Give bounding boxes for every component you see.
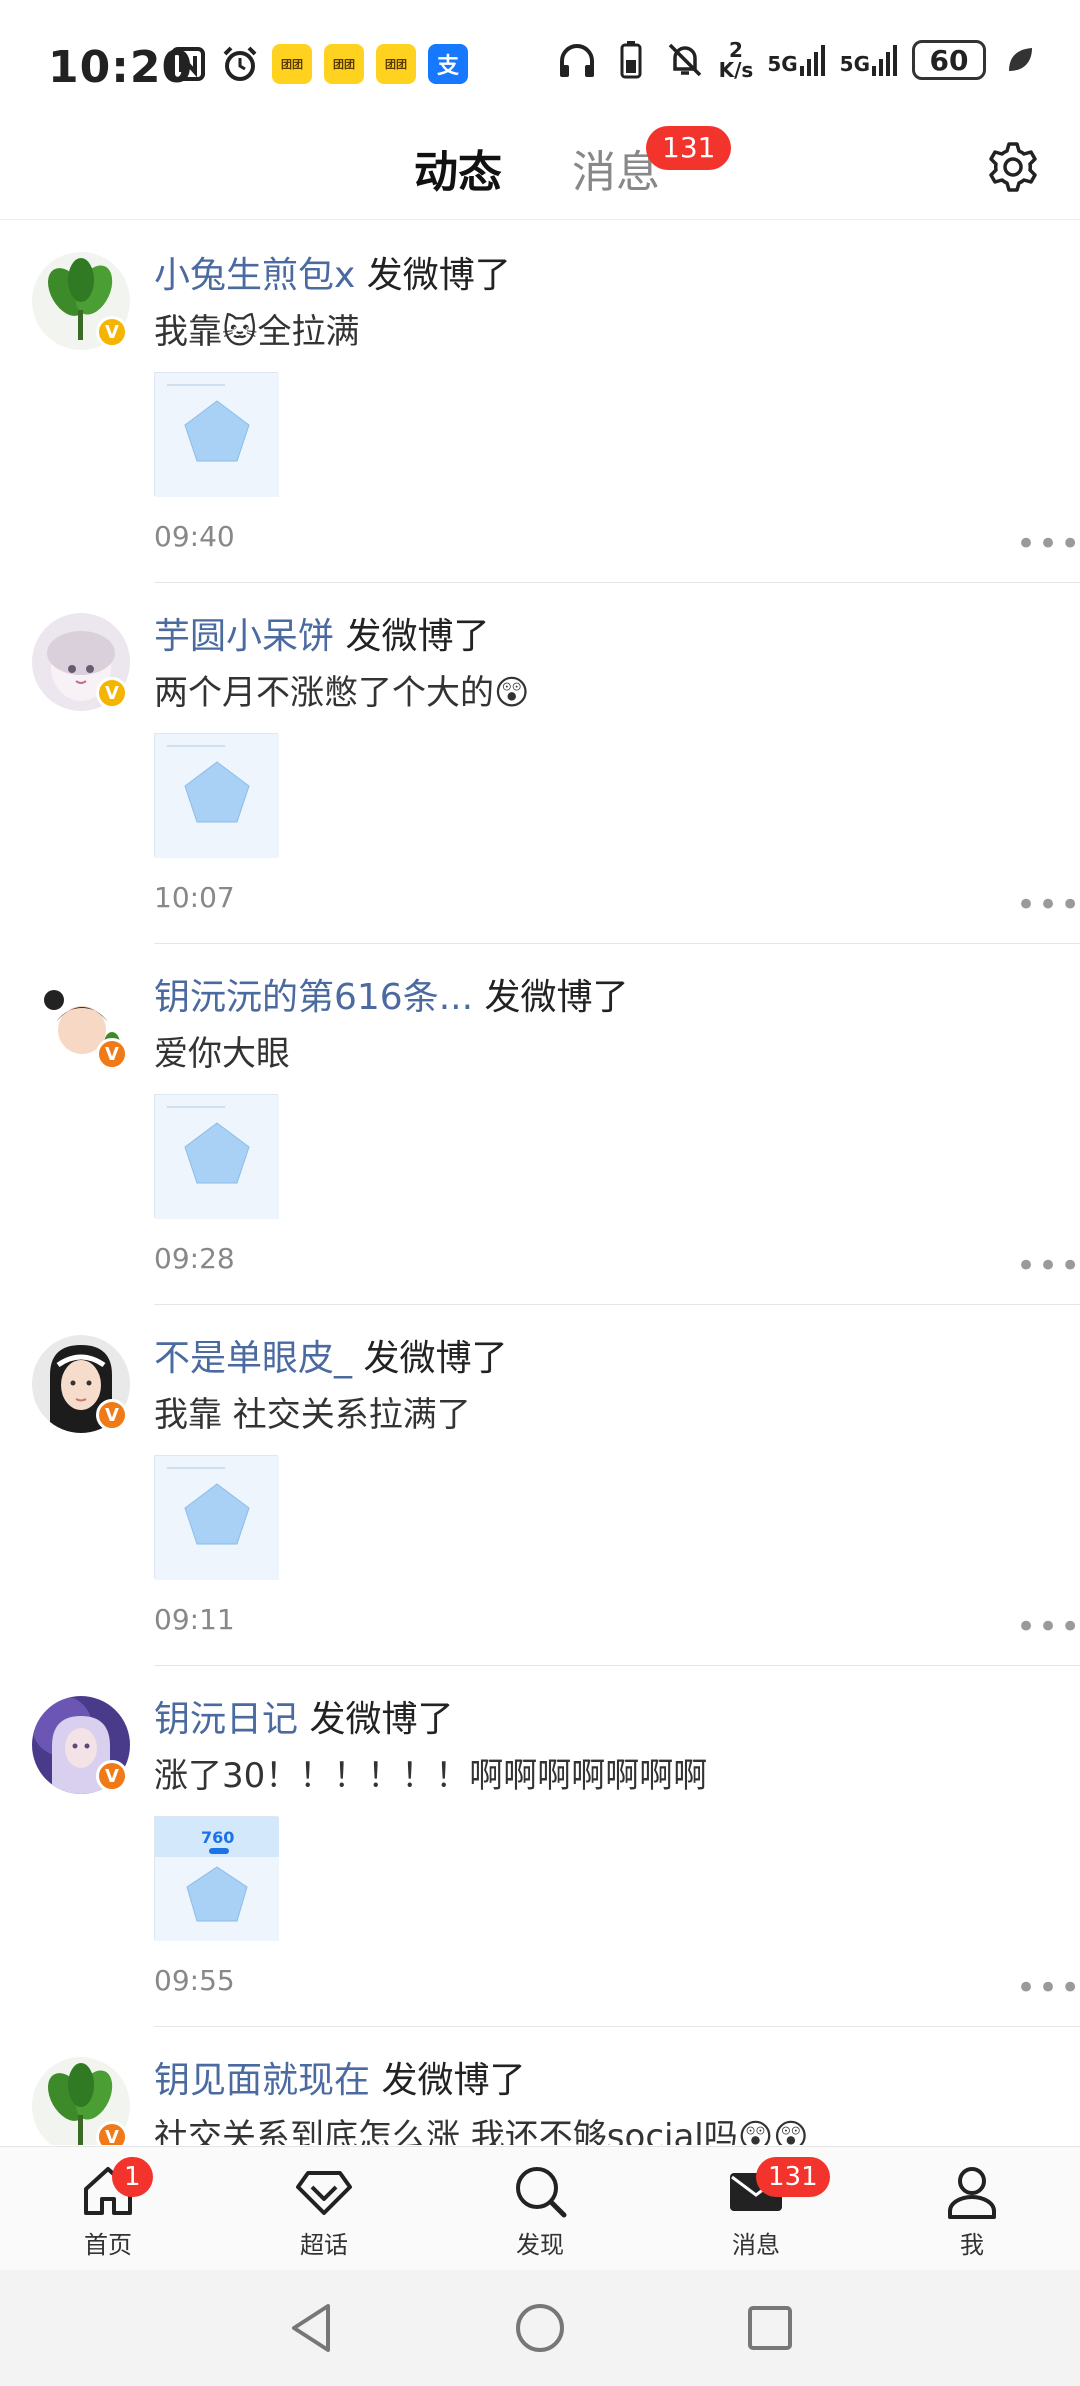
more-options-button[interactable]: •••	[1016, 1968, 1080, 2008]
home-badge: 1	[112, 2157, 153, 2197]
post-text[interactable]: 两个月不涨憋了个大的😲	[154, 669, 529, 717]
back-icon[interactable]	[284, 2300, 340, 2356]
tuantuan-app-icon: 团团	[272, 44, 312, 84]
alipay-icon: 支	[428, 44, 468, 84]
feed-item[interactable]: V 芋圆小呆饼 发微博了 两个月不涨憋了个大的😲 10:07 •••	[0, 583, 1080, 944]
post-text[interactable]: 我靠 社交关系拉满了	[154, 1391, 471, 1439]
feed-item[interactable]: V 不是单眼皮_ 发微博了 我靠 社交关系拉满了 09:11 •••	[0, 1305, 1080, 1666]
post-title: 钥见面就现在 发微博了	[154, 2057, 525, 2105]
post-image-thumbnail[interactable]: 760	[154, 1816, 279, 1941]
user-name-link[interactable]: 芋圆小呆饼	[154, 616, 334, 657]
feed-item[interactable]: V 小兔生煎包x 发微博了 我靠🐱全拉满 09:40 •••	[0, 222, 1080, 583]
post-image-thumbnail[interactable]	[154, 1455, 279, 1580]
nav-super-topic-label: 超话	[300, 2231, 348, 2259]
post-time: 09:55	[154, 1964, 235, 1997]
post-title: 小兔生煎包x 发微博了	[154, 252, 511, 300]
nav-messages[interactable]: 消息 131	[696, 2157, 830, 2271]
post-action: 发微博了	[309, 1699, 454, 1740]
post-text[interactable]: 爱你大眼	[154, 1030, 290, 1078]
activity-feed[interactable]: V 小兔生煎包x 发微博了 我靠🐱全拉满 09:40 ••• V 芋圆小呆饼 发…	[0, 222, 1080, 2145]
user-name-link[interactable]: 钥见面就现在	[154, 2060, 370, 2101]
verified-badge-icon: V	[96, 316, 128, 348]
post-image-thumbnail[interactable]	[154, 372, 279, 497]
post-image-thumbnail[interactable]	[154, 733, 279, 858]
mute-bell-icon	[665, 40, 705, 80]
nav-discover-label: 发现	[516, 2231, 564, 2259]
user-name-link[interactable]: 不是单眼皮_	[154, 1338, 352, 1379]
signal-icon: 5G	[767, 44, 825, 76]
nav-messages-label: 消息	[732, 2231, 780, 2259]
battery-saver-icon	[611, 40, 651, 80]
battery-indicator: 60	[912, 40, 986, 80]
post-time: 09:40	[154, 520, 235, 553]
diamond-icon	[296, 2171, 352, 2215]
alarm-icon	[220, 44, 260, 84]
more-options-button[interactable]: •••	[1016, 524, 1080, 564]
status-bar: 10:20 团团 团团 团团 支 2 K/s 5G 5G 60	[0, 0, 1080, 130]
nav-discover[interactable]: 发现	[480, 2161, 600, 2271]
post-text[interactable]: 社交关系到底怎么涨 我还不够social吗😲😲	[154, 2113, 809, 2145]
post-title: 钥沅日记 发微博了	[154, 1696, 453, 1744]
bottom-navigation: 首页 1 超话 发现 消息 131 我	[0, 2146, 1080, 2270]
nav-home[interactable]: 首页 1	[48, 2157, 168, 2271]
post-action: 发微博了	[363, 1338, 508, 1379]
messages-count-badge: 131	[646, 126, 732, 170]
system-navigation-bar	[0, 2270, 1080, 2386]
nav-me[interactable]: 我	[912, 2161, 1032, 2271]
nav-home-label: 首页	[84, 2231, 132, 2259]
top-tab-bar: 动态 消息 131	[0, 120, 1080, 220]
verified-badge-icon: V	[96, 1038, 128, 1070]
more-options-button[interactable]: •••	[1016, 1246, 1080, 1286]
nav-super-topic[interactable]: 超话	[264, 2161, 384, 2271]
post-title: 不是单眼皮_ 发微博了	[154, 1335, 507, 1383]
more-options-button[interactable]: •••	[1016, 885, 1080, 925]
user-name-link[interactable]: 钥沅沅的第616条...	[154, 977, 473, 1018]
tab-feed[interactable]: 动态	[414, 136, 502, 200]
status-right-icons: 2 K/s 5G 5G 60	[557, 40, 1040, 80]
gear-icon	[989, 142, 1037, 192]
verified-badge-icon: V	[96, 677, 128, 709]
verified-badge-icon: V	[96, 1760, 128, 1792]
search-icon	[516, 2167, 567, 2218]
tuantuan-app-icon: 团团	[376, 44, 416, 84]
settings-button[interactable]	[986, 140, 1040, 194]
signal-icon: 5G	[840, 44, 898, 76]
headphones-icon	[557, 40, 597, 80]
leaf-icon	[1000, 40, 1040, 80]
post-time: 09:28	[154, 1242, 235, 1275]
post-title: 钥沅沅的第616条... 发微博了	[154, 974, 629, 1022]
nav-me-label: 我	[960, 2231, 984, 2259]
post-time: 10:07	[154, 881, 235, 914]
feed-item[interactable]: V 钥沅沅的第616条... 发微博了 爱你大眼 09:28 •••	[0, 944, 1080, 1305]
post-action: 发微博了	[484, 977, 629, 1018]
post-action: 发微博了	[345, 616, 490, 657]
user-name-link[interactable]: 钥沅日记	[154, 1699, 298, 1740]
post-time: 09:11	[154, 1603, 235, 1636]
user-icon	[948, 2167, 996, 2219]
post-text[interactable]: 我靠🐱全拉满	[154, 308, 359, 356]
thumbnail-score: 760	[201, 1828, 234, 1847]
feed-item[interactable]: V 钥沅日记 发微博了 涨了30！！！！！！啊啊啊啊啊啊啊 760 09:55 …	[0, 1666, 1080, 2027]
verified-badge-icon: V	[96, 2121, 128, 2145]
messages-badge: 131	[756, 2157, 830, 2197]
net-speed: 2 K/s	[718, 38, 754, 82]
post-title: 芋圆小呆饼 发微博了	[154, 613, 489, 661]
post-text[interactable]: 涨了30！！！！！！啊啊啊啊啊啊啊	[154, 1752, 707, 1800]
post-action: 发微博了	[381, 2060, 526, 2101]
nfc-icon	[168, 44, 208, 84]
home-circle-icon[interactable]	[512, 2300, 568, 2356]
status-notification-icons: 团团 团团 团团 支	[168, 44, 468, 84]
tuantuan-app-icon: 团团	[324, 44, 364, 84]
post-image-thumbnail[interactable]	[154, 1094, 279, 1219]
more-options-button[interactable]: •••	[1016, 1607, 1080, 1647]
recents-icon[interactable]	[742, 2300, 798, 2356]
verified-badge-icon: V	[96, 1399, 128, 1431]
feed-item[interactable]: V 钥见面就现在 发微博了 社交关系到底怎么涨 我还不够social吗😲😲	[0, 2027, 1080, 2145]
user-name-link[interactable]: 小兔生煎包x	[154, 255, 355, 296]
post-action: 发微博了	[366, 255, 511, 296]
